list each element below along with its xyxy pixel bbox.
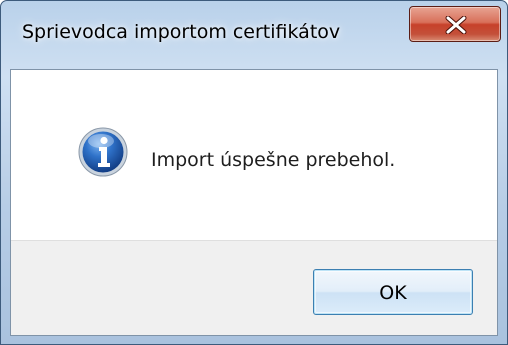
close-button[interactable] (409, 6, 501, 42)
message-area: Import úspešne prebehol. (11, 70, 497, 240)
dialog-message: Import úspešne prebehol. (151, 149, 396, 171)
ok-button[interactable]: OK (313, 269, 473, 315)
window-bottom-frame (1, 336, 507, 344)
window-title: Sprievodca importom certifikátov (22, 21, 341, 43)
info-icon (78, 127, 128, 177)
dialog-window: Sprievodca importom certifikátov Import … (0, 0, 508, 345)
close-icon (445, 16, 467, 34)
dialog-client-area: Import úspešne prebehol. OK (10, 69, 498, 336)
title-bar[interactable]: Sprievodca importom certifikátov (1, 1, 507, 69)
button-bar: OK (11, 240, 497, 335)
